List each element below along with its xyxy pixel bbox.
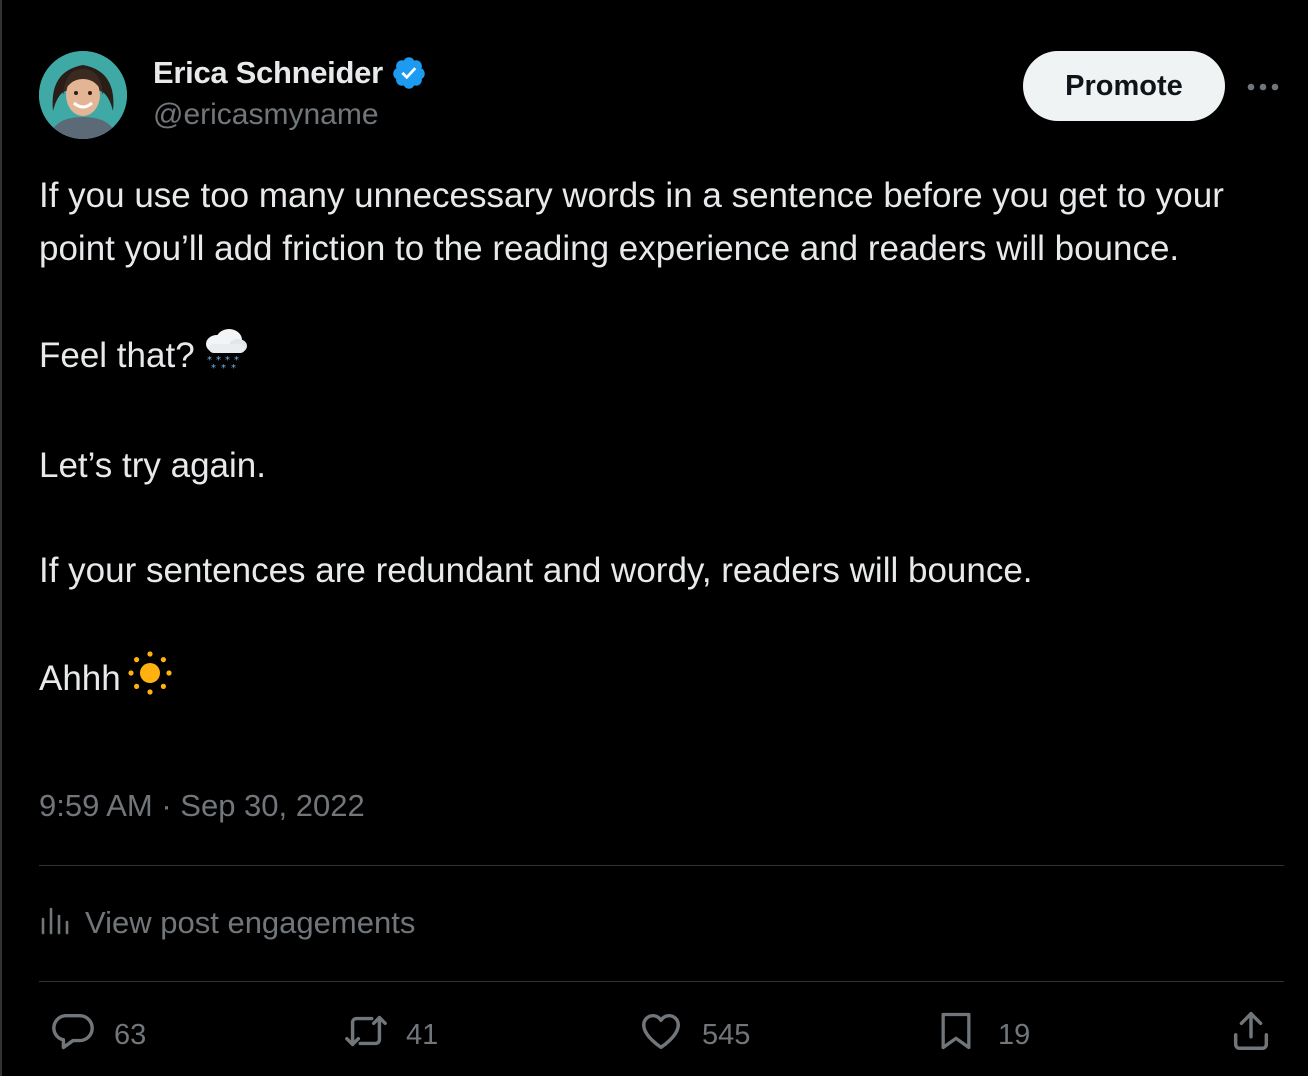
tweet-paragraph-text: Feel that? bbox=[39, 335, 195, 375]
svg-text:*: * bbox=[221, 363, 226, 372]
author-name-row[interactable]: Erica Schneider bbox=[153, 53, 427, 93]
author-display-name[interactable]: Erica Schneider bbox=[153, 55, 383, 91]
view-post-engagements-label: View post engagements bbox=[85, 905, 416, 940]
svg-text:*: * bbox=[211, 363, 216, 372]
repost-icon bbox=[342, 1008, 390, 1062]
tweet-paragraph: Let’s try again. bbox=[39, 445, 266, 485]
sun-emoji-icon bbox=[127, 650, 173, 712]
avatar[interactable] bbox=[39, 51, 127, 139]
tweet-paragraph: Feel that? * * * * * * * bbox=[39, 328, 1284, 388]
more-horizontal-icon[interactable] bbox=[1242, 70, 1284, 104]
like-count: 545 bbox=[702, 1018, 751, 1051]
tweet-paragraph: If you use too many unnecessary words in… bbox=[39, 176, 1224, 268]
bookmark-button[interactable]: 19 bbox=[934, 1010, 1030, 1060]
tweet-paragraph: Ahhh bbox=[39, 650, 1284, 712]
promote-button[interactable]: Promote bbox=[1023, 51, 1225, 121]
divider bbox=[39, 865, 1284, 866]
svg-text:*: * bbox=[231, 363, 236, 372]
heart-icon bbox=[638, 1008, 684, 1062]
tweet-paragraph-text: Ahhh bbox=[39, 658, 121, 698]
avatar-image bbox=[39, 51, 127, 139]
repost-count: 41 bbox=[406, 1018, 439, 1051]
bookmark-icon bbox=[934, 1007, 978, 1063]
tweet-timestamp[interactable]: 9:59 AM · Sep 30, 2022 bbox=[39, 788, 365, 824]
share-icon bbox=[1228, 1008, 1274, 1062]
snow-cloud-emoji-icon: * * * * * * * bbox=[201, 328, 249, 388]
reply-count: 63 bbox=[114, 1018, 147, 1051]
divider bbox=[39, 981, 1284, 982]
like-button[interactable]: 545 bbox=[638, 1010, 750, 1060]
tweet-detail: Erica Schneider @ericasmyname Promote If… bbox=[0, 0, 1308, 1076]
tweet-paragraph: If your sentences are redundant and word… bbox=[39, 550, 1033, 590]
reply-icon bbox=[50, 1008, 96, 1062]
author-handle[interactable]: @ericasmyname bbox=[153, 98, 379, 132]
view-post-engagements-link[interactable]: View post engagements bbox=[39, 900, 415, 946]
share-button[interactable] bbox=[1228, 1010, 1274, 1060]
analytics-bars-icon bbox=[39, 903, 71, 943]
tweet-text: If you use too many unnecessary words in… bbox=[39, 170, 1284, 711]
bookmark-count: 19 bbox=[998, 1018, 1031, 1051]
verified-badge-icon[interactable] bbox=[391, 55, 427, 91]
repost-button[interactable]: 41 bbox=[342, 1010, 438, 1060]
reply-button[interactable]: 63 bbox=[50, 1010, 146, 1060]
